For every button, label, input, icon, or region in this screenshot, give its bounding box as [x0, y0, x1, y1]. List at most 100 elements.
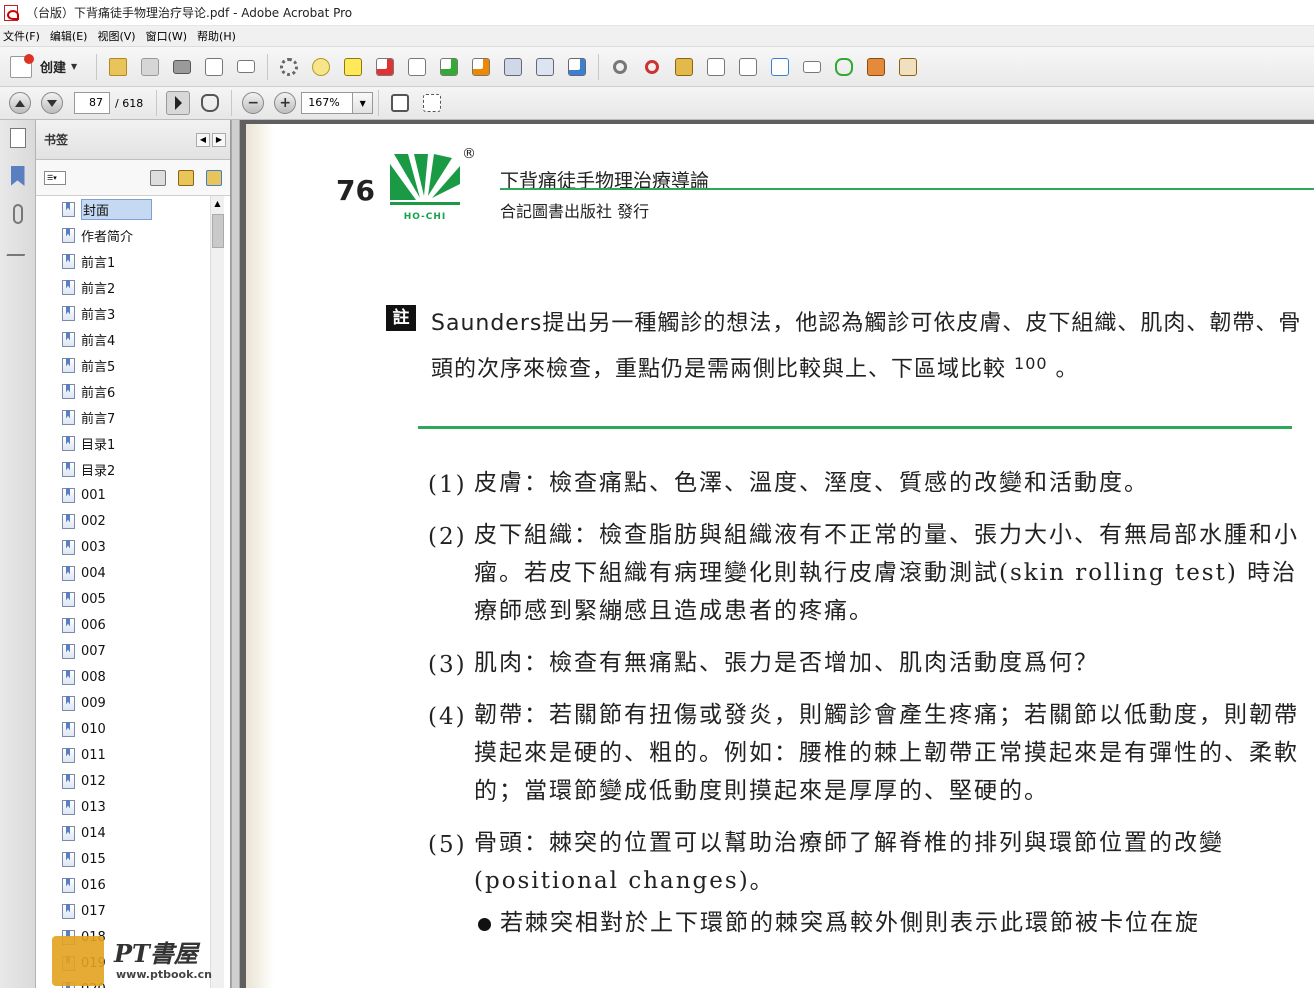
edit-document-button[interactable] — [202, 55, 226, 79]
bookmark-item[interactable]: 002 — [42, 508, 210, 534]
bookmark-item[interactable]: 012 — [42, 768, 210, 794]
insert-button[interactable] — [565, 55, 589, 79]
bookmark-item[interactable]: 004 — [42, 560, 210, 586]
document-viewport[interactable]: 76 ® HO-CHI 下背痛徒手物理治療導論 合記圖書出版社 發行 註 Sau… — [240, 120, 1314, 988]
comment-button[interactable] — [309, 55, 333, 79]
email-button[interactable] — [234, 55, 258, 79]
fit-width-button[interactable] — [800, 55, 824, 79]
bookmark-item[interactable]: 目录2 — [42, 456, 210, 482]
bookmark-page-icon — [62, 565, 75, 581]
bookmark-item[interactable]: 前言4 — [42, 326, 210, 352]
delete-page-button[interactable] — [373, 55, 397, 79]
bookmark-item[interactable]: 003 — [42, 534, 210, 560]
bookmark-label: 004 — [81, 565, 106, 581]
scroll-up-icon[interactable]: ▲ — [211, 196, 224, 212]
bookmark-item[interactable]: 前言1 — [42, 248, 210, 274]
bookmark-item[interactable]: 008 — [42, 664, 210, 690]
bookmark-item[interactable]: 001 — [42, 482, 210, 508]
link-button[interactable] — [608, 55, 632, 79]
expand-bookmark-button[interactable] — [206, 170, 222, 186]
save-button[interactable] — [138, 55, 162, 79]
bookmark-item[interactable]: 目录1 — [42, 430, 210, 456]
item-number: (4) — [428, 704, 467, 730]
export-button[interactable] — [437, 55, 461, 79]
bookmark-item[interactable]: 005 — [42, 586, 210, 612]
page-button[interactable] — [736, 55, 760, 79]
settings-button[interactable] — [277, 55, 301, 79]
bookmark-page-icon — [62, 331, 75, 347]
bookmarks-button[interactable] — [6, 166, 30, 190]
zoom-out-button[interactable]: − — [242, 92, 265, 114]
menu-help[interactable]: 帮助(H) — [194, 28, 243, 44]
bookmark-item[interactable]: 013 — [42, 794, 210, 820]
combine-button[interactable] — [533, 55, 557, 79]
page-number-input[interactable]: 87 — [74, 92, 110, 114]
panel-forward-button[interactable]: ▶ — [212, 133, 226, 147]
page-thumbnails-button[interactable] — [6, 128, 30, 152]
signatures-button[interactable] — [5, 242, 30, 266]
scrollbar-thumb[interactable] — [212, 214, 224, 248]
bookmark-item[interactable]: 前言6 — [42, 378, 210, 404]
select-tool-button[interactable] — [166, 91, 191, 115]
bookmark-item[interactable]: 010 — [42, 716, 210, 742]
bookmark-item[interactable]: 前言5 — [42, 352, 210, 378]
zoom-in-button[interactable]: + — [274, 92, 297, 114]
stamp-button[interactable] — [672, 55, 696, 79]
fit-page-button[interactable] — [388, 91, 412, 115]
bookmark-item[interactable]: 封面 — [42, 196, 210, 222]
bookmark-item[interactable]: 前言7 — [42, 404, 210, 430]
bullet-text: 若棘突相對於上下環節的棘突爲較外側則表示此環節被卡位在旋 — [500, 910, 1200, 936]
list-item: (2) 皮下組織：檢查脂肪與組織液有不正常的量、張力大小、有無局部水腫和小瘤。若皮… — [428, 516, 1308, 630]
bookmark-label: 014 — [81, 825, 106, 841]
bookmark-item[interactable]: 011 — [42, 742, 210, 768]
note-reference: 100 — [1014, 354, 1048, 373]
next-page-button[interactable] — [41, 92, 63, 114]
bookmark-page-icon — [62, 643, 75, 659]
hand-tool-button[interactable] — [198, 91, 222, 115]
navigation-pane-strip — [0, 120, 36, 988]
menu-view[interactable]: 视图(V) — [94, 28, 142, 44]
zoom-dropdown-button[interactable]: ▼ — [353, 92, 374, 114]
create-button[interactable]: 创建 ▼ — [6, 53, 81, 80]
bookmark-item[interactable]: 006 — [42, 612, 210, 638]
bookmark-item[interactable]: 前言2 — [42, 274, 210, 300]
search-page-button[interactable] — [405, 55, 429, 79]
menu-window[interactable]: 窗口(W) — [143, 28, 194, 44]
panel-splitter[interactable] — [231, 120, 240, 988]
previous-page-button[interactable] — [9, 92, 31, 114]
bookmark-item[interactable]: 009 — [42, 690, 210, 716]
highlight-button[interactable] — [341, 55, 365, 79]
pdf-page: 76 ® HO-CHI 下背痛徒手物理治療導論 合記圖書出版社 發行 註 Sau… — [246, 124, 1314, 988]
attachments-button[interactable] — [6, 204, 30, 228]
bookmark-page-icon — [62, 279, 75, 295]
book-button[interactable] — [864, 55, 888, 79]
route-button[interactable] — [832, 55, 856, 79]
collapse-panel-button[interactable]: ◀ — [196, 133, 210, 147]
note-text: Saunders提出另一種觸診的想法，他認為觸診可依皮膚、皮下組織、肌肉、韌帶、… — [431, 311, 1302, 382]
attach-button[interactable] — [704, 55, 728, 79]
forms-button[interactable] — [896, 55, 920, 79]
organize-pages-button[interactable] — [501, 55, 525, 79]
bookmark-item[interactable]: 017 — [42, 898, 210, 924]
blank-page-button[interactable] — [768, 55, 792, 79]
new-bookmark-button[interactable] — [178, 170, 194, 186]
bookmark-item[interactable]: 007 — [42, 638, 210, 664]
unlink-button[interactable] — [640, 55, 664, 79]
open-folder-button[interactable] — [106, 55, 130, 79]
bookmark-item[interactable]: 前言3 — [42, 300, 210, 326]
sign-button[interactable] — [469, 55, 493, 79]
bookmarks-scrollbar[interactable]: ▲ — [210, 196, 224, 988]
bookmark-item[interactable]: 014 — [42, 820, 210, 846]
print-button[interactable] — [170, 55, 194, 79]
menu-file[interactable]: 文件(F) — [0, 28, 47, 44]
zoom-input[interactable]: 167% — [301, 92, 354, 114]
menu-edit[interactable]: 编辑(E) — [47, 28, 95, 44]
page-total: / 618 — [115, 96, 144, 110]
note-paragraph: Saunders提出另一種觸診的想法，他認為觸診可依皮膚、皮下組織、肌肉、韌帶、… — [431, 301, 1306, 393]
bookmark-item[interactable]: 016 — [42, 872, 210, 898]
delete-bookmark-button[interactable] — [150, 170, 166, 186]
bookmark-options-button[interactable]: ☰▾ — [44, 170, 66, 185]
bookmark-item[interactable]: 作者简介 — [42, 222, 210, 248]
full-screen-button[interactable] — [420, 91, 444, 115]
bookmark-item[interactable]: 015 — [42, 846, 210, 872]
